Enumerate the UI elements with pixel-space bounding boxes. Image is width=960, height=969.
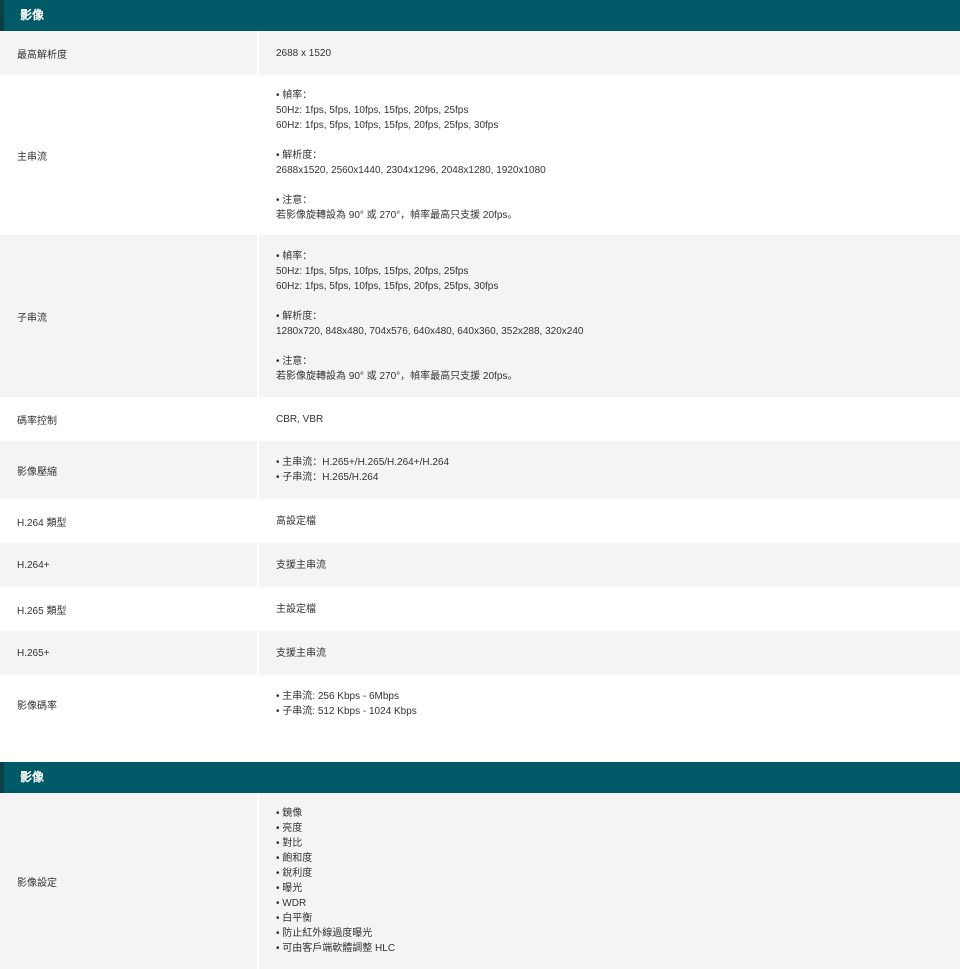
spec-row: H.265+ 支援主串流 xyxy=(0,631,960,675)
spec-value-line: • 主串流: 256 Kbps - 6Mbps xyxy=(276,691,399,702)
spec-row: 影像壓縮 • 主串流：H.265+/H.265/H.264+/H.264 • 子串流… xyxy=(0,441,960,499)
spec-row: 影像設定 • 鏡像 • 亮度 • 對比 • 飽和度 • 銳利度 • 曝光 • WDR • 白平衡… xyxy=(0,793,960,969)
spec-value-line: 50Hz: 1fps, 5fps, 10fps, 15fps, 20fps, 2… xyxy=(276,104,469,116)
spec-value-line: 60Hz: 1fps, 5fps, 10fps, 15fps, 20fps, 2… xyxy=(276,280,499,292)
spec-row: H.265 類型 主設定檔 xyxy=(0,587,960,631)
spec-value: 支援主串流 xyxy=(257,631,960,675)
spec-value-line: 2688 x 1520 xyxy=(276,47,332,59)
spec-table: 影像設定 • 鏡像 • 亮度 • 對比 • 飽和度 • 銳利度 • 曝光 • WDR • 白平衡… xyxy=(0,793,960,969)
spec-section-image-settings: 影像 影像設定 • 鏡像 • 亮度 • 對比 • 飽和度 • 銳利度 • 曝光 • WDR • … xyxy=(0,762,960,969)
section-header: 影像 xyxy=(0,0,960,31)
spec-value-line: • 白平衡 xyxy=(276,913,313,924)
spec-label: 子串流 xyxy=(0,235,258,397)
spec-label: 影像壓縮 xyxy=(0,441,258,499)
spec-value-line xyxy=(276,133,960,148)
spec-value: CBR, VBR xyxy=(257,397,960,441)
spec-value: 主設定檔 xyxy=(257,587,960,631)
spec-label: 最高解析度 xyxy=(0,31,258,75)
spec-value: • 鏡像 • 亮度 • 對比 • 飽和度 • 銳利度 • 曝光 • WDR • 白平衡 • 防止… xyxy=(257,793,960,969)
spec-value-line: 60Hz: 1fps, 5fps, 10fps, 15fps, 20fps, 2… xyxy=(276,119,499,131)
spec-value-line: • WDR xyxy=(276,898,307,909)
spec-value: • 幀率： 50Hz: 1fps, 5fps, 10fps, 15fps, 20f… xyxy=(257,235,960,397)
spec-row: H.264+ 支援主串流 xyxy=(0,543,960,587)
spec-value: • 幀率： 50Hz: 1fps, 5fps, 10fps, 15fps, 20f… xyxy=(257,75,960,235)
spec-value-line: • 鏡像 xyxy=(276,808,303,819)
spec-value-line: 1280x720, 848x480, 704x576, 640x480, 640… xyxy=(276,325,584,337)
spec-label: 影像設定 xyxy=(0,793,258,969)
spec-value-line: • 銳利度 xyxy=(276,868,313,879)
spec-value-line: 支援主串流 xyxy=(276,559,326,571)
spec-value-line: CBR, VBR xyxy=(276,413,324,425)
spec-value-line: • 可由客戶端軟體調整 HLC xyxy=(276,943,396,954)
spec-value-line: • 子串流: 512 Kbps - 1024 Kbps xyxy=(276,706,417,717)
spec-section-image: 影像 最高解析度 2688 x 1520 主串流 • 幀率： 50Hz: 1fps, 5… xyxy=(0,0,960,733)
spec-value-line: 2688x1520, 2560x1440, 2304x1296, 2048x12… xyxy=(276,164,546,176)
spec-value-line: • 飽和度 xyxy=(276,853,313,864)
spec-row: 最高解析度 2688 x 1520 xyxy=(0,31,960,75)
spec-value-line: • 主串流：H.265+/H.265/H.264+/H.264 xyxy=(276,457,450,468)
spec-value-line: • 解析度： xyxy=(276,310,323,322)
spec-label: 影像碼率 xyxy=(0,675,258,733)
spec-value-line: 高設定檔 xyxy=(276,515,316,527)
spec-label: 碼率控制 xyxy=(0,397,258,441)
spec-value-line: • 幀率： xyxy=(276,250,313,262)
spec-value-line: • 解析度： xyxy=(276,149,323,161)
spec-label: H.264+ xyxy=(0,543,258,587)
spec-value-line: 50Hz: 1fps, 5fps, 10fps, 15fps, 20fps, 2… xyxy=(276,265,469,277)
spec-value-line: • 對比 xyxy=(276,838,303,849)
spec-table: 最高解析度 2688 x 1520 主串流 • 幀率： 50Hz: 1fps, 5fps… xyxy=(0,31,960,733)
spec-label: H.264 類型 xyxy=(0,499,258,543)
spec-value-line xyxy=(276,178,960,193)
spec-value-line: • 子串流：H.265/H.264 xyxy=(276,472,379,483)
spec-value-line xyxy=(276,294,960,309)
spec-row: 影像碼率 • 主串流: 256 Kbps - 6Mbps • 子串流: 512 Kb… xyxy=(0,675,960,733)
spec-value: • 主串流：H.265+/H.265/H.264+/H.264 • 子串流：H.2… xyxy=(257,441,960,499)
spec-value-line: • 注意： xyxy=(276,355,313,367)
spec-label: 主串流 xyxy=(0,75,258,235)
spec-value-line xyxy=(276,339,960,354)
spec-row: 子串流 • 幀率： 50Hz: 1fps, 5fps, 10fps, 15fps, … xyxy=(0,235,960,397)
spec-value-line: 若影像旋轉設為 90° 或 270°，幀率最高只支援 20fps。 xyxy=(276,209,518,221)
spec-value-line: • 幀率： xyxy=(276,89,313,101)
spec-value-line: • 曝光 xyxy=(276,883,303,894)
spec-value-line: 支援主串流 xyxy=(276,647,326,659)
spec-value-line: • 注意： xyxy=(276,194,313,206)
spec-value: 支援主串流 xyxy=(257,543,960,587)
section-header: 影像 xyxy=(0,762,960,793)
spec-row: 主串流 • 幀率： 50Hz: 1fps, 5fps, 10fps, 15fps, … xyxy=(0,75,960,235)
spec-value: • 主串流: 256 Kbps - 6Mbps • 子串流: 512 Kbps -… xyxy=(257,675,960,733)
spec-value: 高設定檔 xyxy=(257,499,960,543)
spec-label: H.265+ xyxy=(0,631,258,675)
spec-value-line: • 亮度 xyxy=(276,823,303,834)
spec-value-line: 主設定檔 xyxy=(276,603,316,615)
spec-label: H.265 類型 xyxy=(0,587,258,631)
spec-value-line: 若影像旋轉設為 90° 或 270°，幀率最高只支援 20fps。 xyxy=(276,370,518,382)
spec-value-line: • 防止紅外線過度曝光 xyxy=(276,928,373,939)
spec-row: H.264 類型 高設定檔 xyxy=(0,499,960,543)
spec-value: 2688 x 1520 xyxy=(257,31,960,75)
spec-row: 碼率控制 CBR, VBR xyxy=(0,397,960,441)
